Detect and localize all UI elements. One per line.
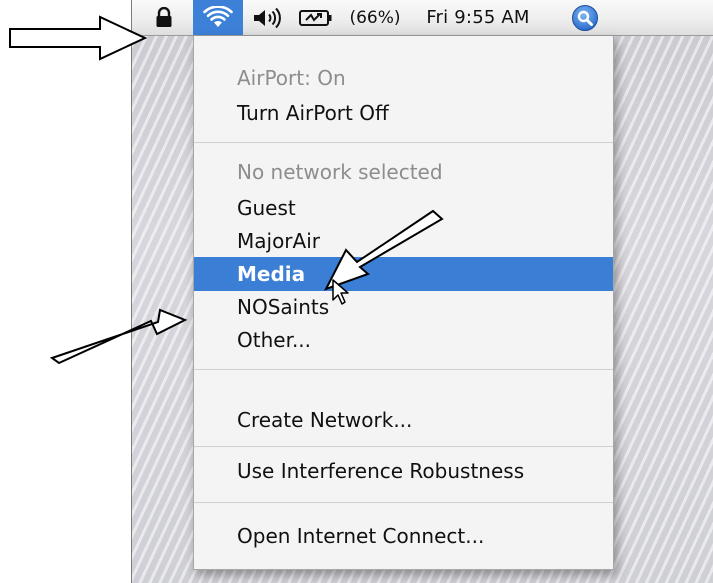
menu-item-network-other[interactable]: Other... <box>194 323 613 357</box>
menu-item-network-nosaints[interactable]: NOSaints <box>194 290 613 324</box>
battery-percent[interactable]: (66%) <box>340 0 410 35</box>
menu-separator <box>194 142 613 143</box>
menu-separator <box>194 446 613 447</box>
lock-icon <box>156 6 172 27</box>
airport-wifi-icon <box>203 5 233 27</box>
menu-separator <box>194 502 613 503</box>
airport-menu: AirPort: On Turn AirPort Off No network … <box>193 36 614 570</box>
menu-item-interference-robustness[interactable]: Use Interference Robustness <box>194 454 613 488</box>
menu-clock[interactable]: Fri 9:55 AM <box>418 0 538 35</box>
airport-menu-extra[interactable] <box>193 0 243 35</box>
callout-arrow-icon <box>9 15 148 61</box>
volume-icon <box>254 7 281 28</box>
battery-charging-icon <box>299 9 332 26</box>
menu-item-create-network[interactable]: Create Network... <box>194 403 613 437</box>
menu-item-turn-airport-off[interactable]: Turn AirPort Off <box>194 96 613 130</box>
menu-item-open-internet-connect[interactable]: Open Internet Connect... <box>194 519 613 553</box>
spotlight-button[interactable] <box>569 0 601 35</box>
spotlight-search-icon <box>572 4 598 31</box>
menu-network-status: No network selected <box>237 160 443 184</box>
menu-item-network-media[interactable]: Media <box>194 257 613 291</box>
menu-item-network-majorair[interactable]: MajorAir <box>194 224 613 258</box>
menu-bar: (66%) Fri 9:55 AM <box>132 0 713 36</box>
desktop-screenshot: (66%) Fri 9:55 AM AirPort: On Turn AirPo… <box>132 0 713 583</box>
battery-menu-extra[interactable] <box>292 0 340 35</box>
menu-item-network-guest[interactable]: Guest <box>194 191 613 225</box>
menu-airport-status: AirPort: On <box>237 66 346 90</box>
volume-menu-extra[interactable] <box>244 0 290 35</box>
lock-menu-extra[interactable] <box>147 0 181 35</box>
menu-separator <box>194 369 613 370</box>
